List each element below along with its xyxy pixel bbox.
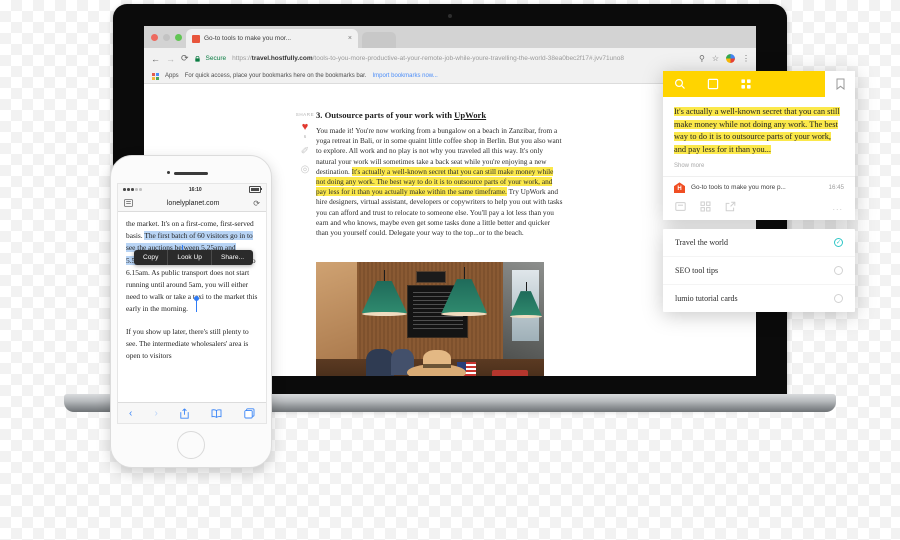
lumio-collections-list: Travel the world ✓ SEO tool tips lumio t…: [663, 229, 855, 313]
selection-handle-end[interactable]: [194, 296, 199, 312]
heart-icon[interactable]: ♥: [292, 121, 318, 133]
lumio-card-actions: ...: [663, 198, 855, 221]
page-paragraph-2: If you show up later, there's still plen…: [126, 326, 249, 361]
list-item[interactable]: SEO tool tips: [663, 256, 855, 284]
omnibox-actions: ⚲ ☆ ⋮: [699, 48, 750, 69]
avatar[interactable]: [726, 54, 735, 63]
collection-radio-selected[interactable]: ✓: [834, 238, 843, 248]
star-icon[interactable]: ☆: [712, 54, 719, 63]
battery-icon: [249, 186, 262, 193]
iphone-screen: 16:10 lonelyplanet.com ⟳ Copy Look Up Sh…: [117, 183, 267, 424]
book-icon[interactable]: [211, 408, 222, 418]
reload-icon[interactable]: ⟳: [181, 53, 189, 64]
lumio-quote-card: It's actually a well-known secret that y…: [663, 97, 855, 177]
article-heading: 3. Outsource parts of your work with UpW…: [316, 110, 487, 120]
lumio-source-row[interactable]: Go-to tools to make you more p... 16:45: [663, 176, 855, 199]
browser-tab-inactive[interactable]: [362, 32, 396, 48]
lumio-panel: It's actually a well-known secret that y…: [663, 71, 855, 313]
search-icon[interactable]: [663, 78, 696, 90]
article-photo: [316, 262, 544, 376]
signal-icon: [123, 188, 142, 191]
article-side-rail: SHARE ♥ 6 ✐ ◎: [292, 112, 318, 175]
collection-label: lumio tutorial cards: [675, 294, 738, 304]
search-icon[interactable]: ⚲: [699, 54, 705, 63]
collection-label: Travel the world: [675, 238, 729, 248]
browser-tab-bar: Go-to tools to make you mor... ×: [144, 26, 756, 48]
grid-icon[interactable]: [700, 201, 711, 212]
safari-page-content: Copy Look Up Share... the market. It's o…: [118, 212, 266, 402]
more-icon[interactable]: ...: [832, 202, 843, 212]
list-item[interactable]: Travel the world ✓: [663, 229, 855, 256]
window-controls[interactable]: [151, 34, 182, 41]
front-camera-icon: [167, 171, 170, 174]
article-paragraph: You made it! You're now working from a b…: [316, 126, 563, 238]
source-title: Go-to tools to make you more p...: [691, 184, 786, 192]
reader-view-icon[interactable]: [124, 199, 133, 207]
source-timestamp: 16:45: [828, 184, 844, 192]
apps-icon[interactable]: [152, 72, 159, 80]
lock-icon: [194, 55, 200, 62]
tabs-icon[interactable]: [244, 407, 255, 419]
browser-tab-active[interactable]: Go-to tools to make you mor... ×: [186, 29, 358, 48]
look-up-menu-item[interactable]: Look Up: [168, 250, 212, 265]
menu-icon[interactable]: ⋮: [742, 54, 750, 63]
cafe-illustration: [316, 262, 544, 376]
status-time: 16:10: [188, 186, 202, 193]
iphone-body: 16:10 lonelyplanet.com ⟳ Copy Look Up Sh…: [110, 155, 272, 468]
screenshot-stage: Go-to tools to make you mor... × ← → ⟳ S…: [0, 0, 900, 540]
share-icon[interactable]: [180, 407, 189, 419]
show-more-link[interactable]: Show more: [674, 163, 844, 169]
share-menu-item[interactable]: Share...: [212, 250, 253, 265]
bookmarks-hint: For quick access, place your bookmarks h…: [184, 73, 367, 79]
status-bar: 16:10: [118, 184, 266, 195]
secure-label: Secure: [205, 55, 227, 62]
page-paragraph-1: the market. It's on a first-come, first-…: [126, 219, 258, 314]
lumio-quote-text: It's actually a well-known secret that y…: [674, 107, 840, 154]
safari-domain[interactable]: lonelyplanet.com: [133, 200, 253, 207]
comment-icon[interactable]: ✐: [292, 146, 318, 157]
maximize-window-button[interactable]: [175, 34, 182, 41]
share-label: SHARE: [295, 112, 315, 117]
safari-address-bar[interactable]: lonelyplanet.com ⟳: [118, 195, 266, 212]
list-item[interactable]: lumio tutorial cards: [663, 284, 855, 312]
text-selection-menu[interactable]: Copy Look Up Share...: [134, 250, 254, 265]
forward-icon[interactable]: ›: [154, 408, 157, 419]
card-icon[interactable]: [696, 78, 729, 90]
close-window-button[interactable]: [151, 34, 158, 41]
hostfully-logo-icon: [674, 182, 685, 194]
minimize-window-button[interactable]: [163, 34, 170, 41]
more-icon[interactable]: ◎: [292, 164, 318, 175]
reload-icon[interactable]: ⟳: [253, 199, 260, 208]
safari-toolbar: ‹ ›: [118, 402, 266, 423]
tab-favicon: [192, 34, 200, 43]
browser-omnibox-row: ← → ⟳ Secure https://travel.hostfully.co…: [144, 48, 756, 69]
grid-icon[interactable]: [729, 78, 762, 90]
collection-label: SEO tool tips: [675, 266, 719, 276]
upwork-link[interactable]: UpWork: [454, 110, 486, 120]
webcam-icon: [448, 14, 452, 18]
collection-radio[interactable]: [834, 266, 843, 276]
like-count: 6: [303, 134, 307, 139]
lumio-toolbar: [663, 71, 855, 97]
earpiece-speaker: [174, 172, 208, 175]
forward-icon[interactable]: →: [166, 54, 175, 64]
collection-radio[interactable]: [834, 294, 843, 304]
tab-title: Go-to tools to make you mor...: [204, 35, 292, 42]
back-icon[interactable]: ‹: [129, 408, 132, 419]
article-body: 3. Outsource parts of your work with UpW…: [316, 110, 564, 238]
bookmark-icon[interactable]: [825, 71, 855, 97]
back-icon[interactable]: ←: [151, 54, 160, 64]
import-bookmarks-link[interactable]: Import bookmarks now...: [372, 73, 437, 79]
iphone-device: 16:10 lonelyplanet.com ⟳ Copy Look Up Sh…: [110, 155, 272, 468]
copy-menu-item[interactable]: Copy: [134, 250, 169, 265]
tab-close-icon[interactable]: ×: [348, 35, 352, 42]
home-button[interactable]: [177, 431, 205, 459]
apps-label[interactable]: Apps: [165, 73, 179, 79]
note-icon[interactable]: [675, 201, 686, 212]
url-text[interactable]: https://travel.hostfully.com/tools-to-yo…: [232, 55, 624, 62]
export-icon[interactable]: [725, 201, 736, 212]
